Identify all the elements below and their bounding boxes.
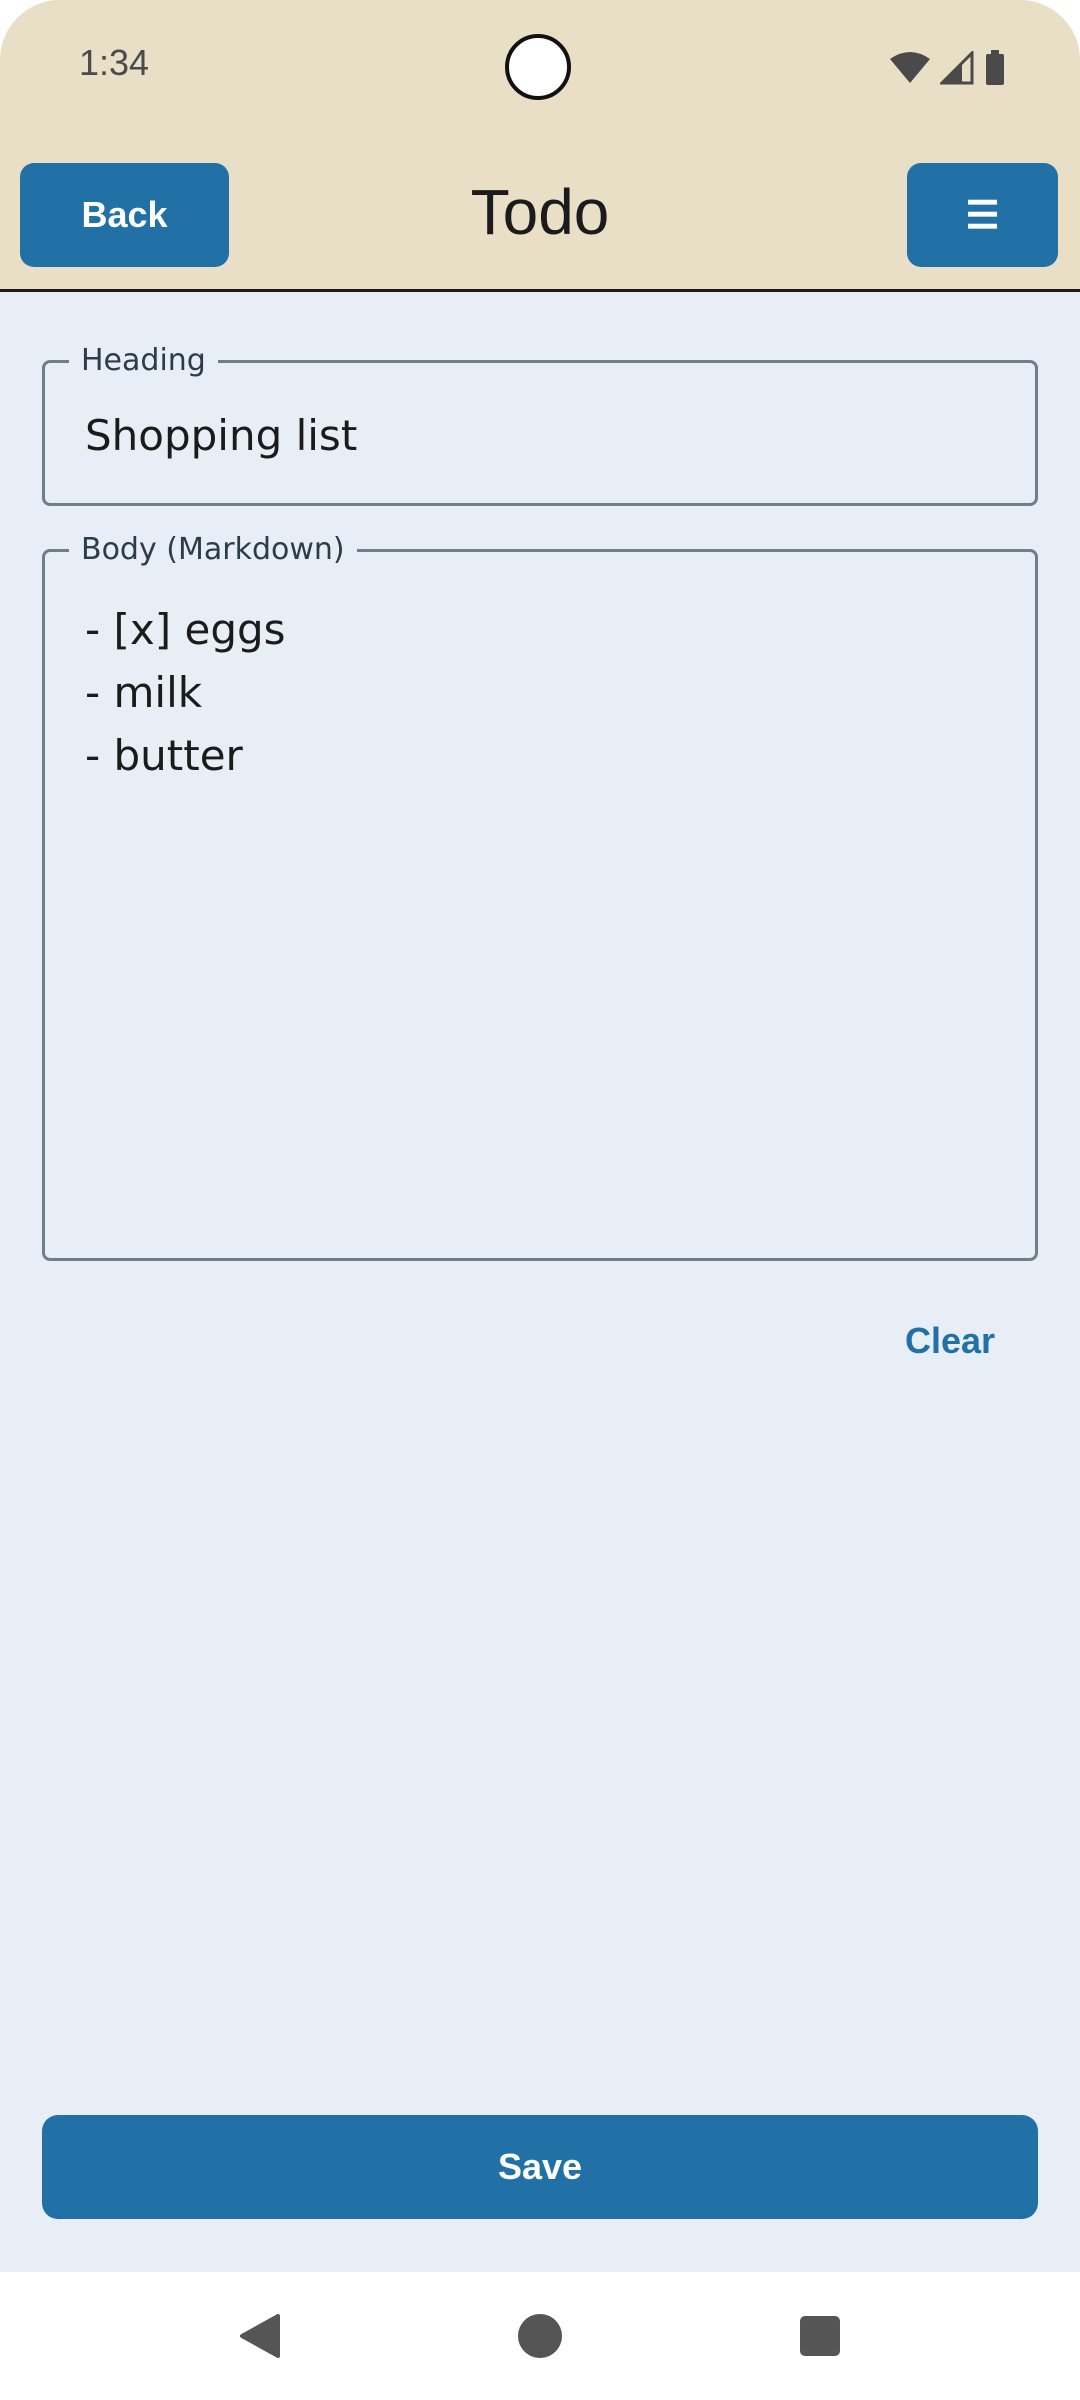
camera-cutout [505,34,571,100]
body-line: - milk [85,668,203,717]
home-circle-icon[interactable] [500,2272,580,2400]
battery-icon [984,50,1006,91]
status-icons [890,49,1006,91]
cellular-signal-icon [938,49,974,90]
system-nav-bar [0,2272,1080,2400]
recents-square-icon[interactable] [780,2272,860,2400]
heading-field-value[interactable]: Shopping list [85,411,357,460]
status-time: 1:34 [79,42,150,83]
save-button[interactable]: Save [42,2115,1038,2219]
body-line: - [x] eggs [85,605,286,654]
body-markdown-field[interactable]: Body (Markdown) - [x] eggs - milk - butt… [42,532,1038,1261]
body-field-label: Body (Markdown) [69,532,357,568]
body-line: - butter [85,731,243,780]
heading-field[interactable]: Heading Shopping list [42,343,1038,506]
clear-button[interactable]: Clear [905,1320,995,1362]
wifi-icon [890,51,930,90]
app-bar: 1:34 Back Todo ☰ [0,0,1080,292]
body-field-value[interactable]: - [x] eggs - milk - butter [85,598,286,787]
back-triangle-icon[interactable] [220,2272,300,2400]
menu-button[interactable]: ☰ [907,163,1058,267]
heading-field-label: Heading [69,343,218,379]
app-screen: 1:34 Back Todo ☰ Heading Shopping list B… [0,0,1080,2272]
